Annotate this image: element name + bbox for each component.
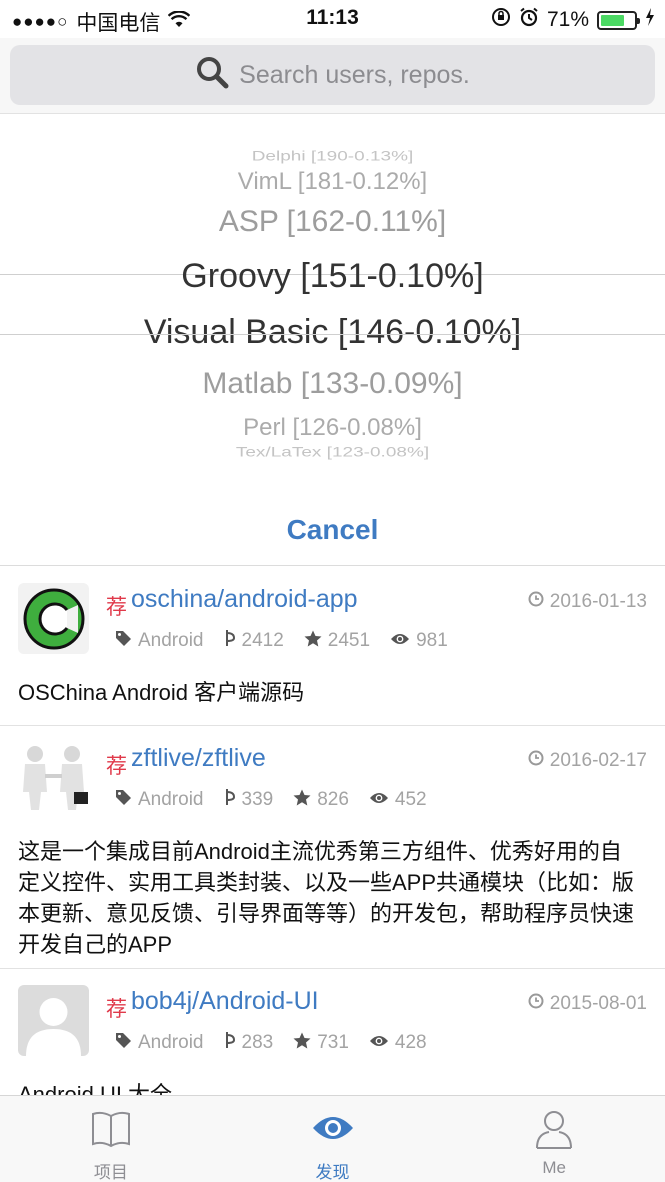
repo-meta: Android 2412 2451 981 [115,629,448,653]
tab-label: 项目 [93,1163,128,1182]
fork-count: 339 [241,789,274,810]
picker-item[interactable]: Groovy [151-0.10%] [0,257,665,296]
fork-icon [224,1031,236,1055]
date-text: 2016-01-13 [549,591,647,612]
avatar [18,985,89,1056]
star-icon [304,630,322,653]
list-item[interactable]: 荐 bob4j/Android-UI 2015-08-01 Android 28… [0,969,665,1095]
fork-icon [224,788,236,812]
list-item[interactable]: 荐 zftlive/zftlive 2016-02-17 Android 339… [0,726,665,969]
recommended-badge: 荐 [106,755,127,778]
fork-count: 2412 [241,630,284,651]
language-label: Android [138,630,204,651]
tab-projects[interactable]: 项目 [0,1096,222,1182]
star-icon [293,789,311,812]
search-icon [195,55,229,96]
avatar [18,583,89,654]
tab-bar: 项目 发现 Me [0,1095,665,1182]
star-count: 2451 [327,630,371,651]
search-input[interactable]: Search users, repos. [10,45,655,105]
tab-me[interactable]: Me [443,1096,665,1182]
repo-name-link[interactable]: bob4j/Android-UI [131,987,319,1016]
picker-item[interactable]: Perl [126-0.08%] [0,414,665,442]
status-bar: ●●●●○ 中国电信 11:13 71% [0,0,665,38]
clock-icon [528,750,544,772]
avatar [18,742,89,813]
picker-item[interactable]: Delphi [190-0.13%] [0,149,665,165]
repo-description: Android UI 大全 [18,1082,173,1095]
watcher-count: 452 [394,789,427,810]
clock-icon [528,993,544,1015]
fork-icon [224,629,236,653]
language-label: Android [138,1032,204,1053]
charging-icon [645,8,655,32]
rotation-lock-icon [491,7,511,33]
repo-name-link[interactable]: oschina/android-app [131,585,358,614]
eye-icon [390,630,410,652]
tab-label: Me [542,1158,566,1177]
star-count: 731 [317,1032,349,1053]
watcher-count: 981 [416,630,448,651]
picker-item[interactable]: ASP [162-0.11%] [0,205,665,239]
repo-meta: Android 339 826 452 [115,788,427,812]
date-text: 2015-08-01 [549,993,647,1014]
language-label: Android [138,789,204,810]
search-placeholder: Search users, repos. [239,60,470,89]
repo-date: 2016-02-17 [528,750,647,772]
battery-icon [597,10,640,30]
picker-item[interactable]: VimL [181-0.12%] [0,168,665,196]
language-picker[interactable]: Delphi [190-0.13%] VimL [181-0.12%] ASP … [0,114,665,494]
recommended-badge: 荐 [106,596,127,619]
repo-description: OSChina Android 客户端源码 [18,680,305,705]
star-icon [293,1032,311,1055]
eye-icon [312,1114,354,1147]
picker-selection-bottom [0,334,665,335]
fork-count: 283 [241,1032,274,1053]
picker-item-selected[interactable]: Visual Basic [146-0.10%] [0,313,665,352]
battery-percent: 71% [546,8,589,31]
repo-list: 荐 oschina/android-app 2016-01-13 Android… [0,567,665,1095]
cancel-button[interactable]: Cancel [287,514,379,546]
cancel-row: Cancel [0,494,665,566]
watcher-count: 428 [394,1032,427,1053]
eye-icon [369,1032,389,1054]
repo-date: 2015-08-01 [528,993,647,1015]
tab-discover[interactable]: 发现 [222,1096,444,1182]
alarm-icon [519,7,539,33]
recommended-badge: 荐 [106,998,127,1021]
search-bar: Search users, repos. [0,38,665,114]
clock-icon [528,591,544,613]
picker-item[interactable]: Tex/LaTex [123-0.08%] [0,445,665,461]
tag-icon [115,630,132,653]
repo-description: 这是一个集成目前Android主流优秀第三方组件、优秀好用的自定义控件、实用工具… [18,839,635,957]
list-item[interactable]: 荐 oschina/android-app 2016-01-13 Android… [0,567,665,726]
star-count: 826 [317,789,349,810]
book-icon [90,1108,132,1155]
eye-icon [369,789,389,811]
picker-item[interactable]: Matlab [133-0.09%] [0,367,665,401]
tag-icon [115,789,132,812]
tab-label: 发现 [315,1163,350,1182]
repo-date: 2016-01-13 [528,591,647,613]
tag-icon [115,1032,132,1055]
date-text: 2016-02-17 [549,750,647,771]
repo-meta: Android 283 731 428 [115,1031,427,1055]
repo-name-link[interactable]: zftlive/zftlive [131,744,266,773]
status-right: 71% [491,7,655,33]
person-icon [533,1108,575,1155]
